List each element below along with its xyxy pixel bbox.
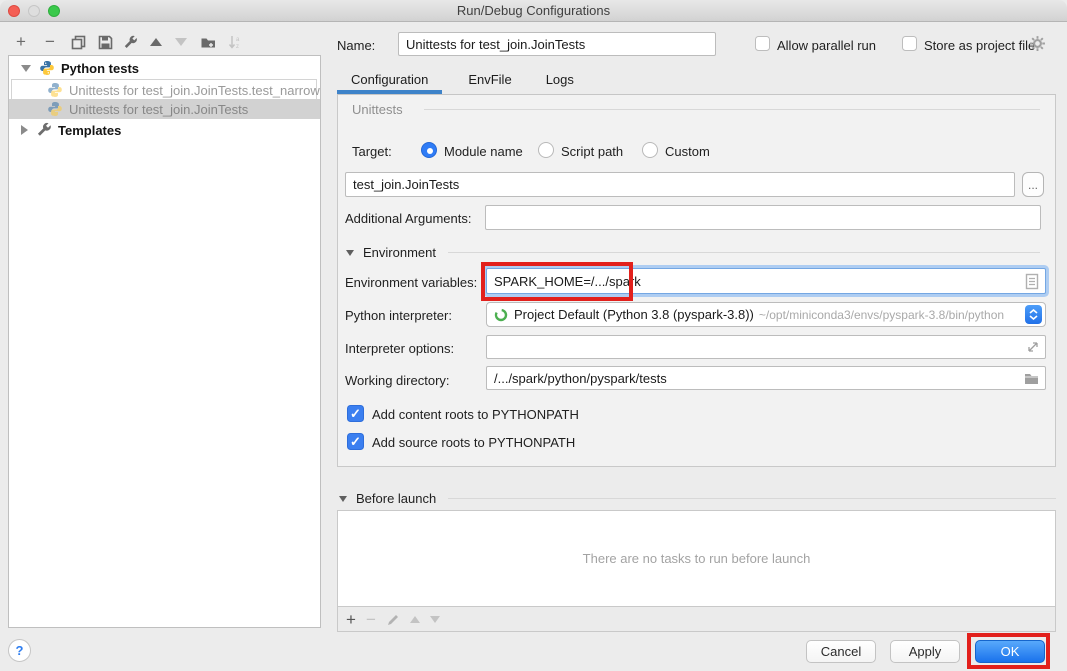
radio-custom-label: Custom [665,144,710,159]
edit-variables-icon[interactable] [1024,269,1040,293]
environment-variables-value: SPARK_HOME=/.../spark [494,274,641,289]
gear-icon[interactable] [1029,35,1046,55]
working-directory-label: Working directory: [345,373,450,388]
divider [424,109,1040,110]
configurations-tree: Python tests Unittests for test_join.Joi… [8,55,321,628]
radio-script-path-label: Script path [561,144,623,159]
python-interpreter-select[interactable]: Project Default (Python 3.8 (pyspark-3.8… [486,302,1046,327]
radio-module-name-label: Module name [444,144,523,159]
tab-bar: Configuration EnvFile Logs [337,66,1056,95]
store-as-project-file-checkbox[interactable] [902,36,917,51]
tree-item-python-tests[interactable]: Python tests [9,58,320,78]
expand-field-icon[interactable] [1027,336,1039,358]
ok-button[interactable]: OK [975,640,1045,663]
check-icon: ✓ [350,406,361,422]
svg-text:a: a [236,37,240,43]
move-up-icon [410,616,420,623]
add-content-roots-checkbox[interactable]: ✓ [347,405,364,422]
python-icon [39,60,55,76]
radio-script-path[interactable] [538,142,554,158]
tree-item-unittest-jointests-selected[interactable]: Unittests for test_join.JoinTests [9,99,320,119]
radio-custom[interactable] [642,142,658,158]
collapse-before-launch-icon[interactable] [339,496,347,502]
interpreter-options-label: Interpreter options: [345,341,454,356]
name-value: Unittests for test_join.JoinTests [406,37,585,52]
tab-logs[interactable]: Logs [532,66,588,94]
save-icon[interactable] [96,33,114,51]
working-directory-value: /.../spark/python/pyspark/tests [494,371,667,386]
before-launch-toolbar: + − [338,607,1055,632]
environment-variables-label: Environment variables: [345,275,477,290]
tab-configuration[interactable]: Configuration [337,66,442,94]
python-icon [47,101,63,117]
target-label: Target: [352,144,392,159]
tree-item-label: Templates [58,123,121,138]
environment-variables-input[interactable]: SPARK_HOME=/.../spark [486,268,1046,294]
copy-icon[interactable] [69,33,87,51]
unittests-group-label: Unittests [352,102,403,117]
allow-parallel-run-checkbox[interactable] [755,36,770,51]
move-down-icon [430,616,440,623]
tree-item-label: Unittests for test_join.JoinTests.test_n… [69,83,320,98]
tree-item-label: Unittests for test_join.JoinTests [69,102,248,117]
browse-button[interactable]: ... [1022,172,1044,197]
interpreter-options-input[interactable] [486,335,1046,359]
target-value: test_join.JoinTests [353,177,459,192]
divider [448,252,1040,253]
tree-item-unittest-narrow[interactable]: Unittests for test_join.JoinTests.test_n… [9,80,320,100]
add-source-roots-checkbox[interactable]: ✓ [347,433,364,450]
folder-icon[interactable] [1024,367,1039,389]
edit-icon [386,613,400,627]
radio-module-name[interactable] [421,142,437,158]
dropdown-stepper-icon[interactable] [1025,305,1042,324]
python-icon [47,82,63,98]
python-interpreter-label: Python interpreter: [345,308,452,323]
wrench-icon [36,122,52,138]
before-launch-task-list[interactable]: There are no tasks to run before launch [338,511,1055,607]
working-directory-input[interactable]: /.../spark/python/pyspark/tests [486,366,1046,390]
additional-arguments-input[interactable] [485,205,1041,230]
python-interpreter-path: ~/opt/miniconda3/envs/pyspark-3.8/bin/py… [759,308,1004,322]
add-source-roots-label: Add source roots to PYTHONPATH [372,435,575,450]
title-bar: Run/Debug Configurations [0,0,1067,22]
edit-templates-icon[interactable] [121,33,139,51]
run-debug-configurations-dialog: Run/Debug Configurations + − az Python t… [0,0,1067,671]
before-launch-panel: There are no tasks to run before launch … [337,510,1056,632]
name-label: Name: [337,38,375,53]
cancel-button[interactable]: Cancel [806,640,876,663]
chevron-right-icon[interactable] [21,125,28,135]
allow-parallel-run-label: Allow parallel run [777,38,876,53]
move-down-icon [172,33,190,51]
target-input[interactable]: test_join.JoinTests [345,172,1015,197]
before-launch-label: Before launch [356,491,436,506]
new-folder-icon[interactable] [199,33,217,51]
remove-icon[interactable]: − [41,33,59,51]
collapse-environment-icon[interactable] [346,250,354,256]
tab-envfile[interactable]: EnvFile [454,66,525,94]
svg-text:z: z [236,44,239,50]
python-interpreter-value: Project Default (Python 3.8 (pyspark-3.8… [514,307,754,322]
help-button[interactable]: ? [8,639,31,662]
add-icon[interactable]: + [346,612,356,628]
chevron-down-icon[interactable] [21,65,31,72]
tree-item-label: Python tests [61,61,139,76]
check-icon: ✓ [350,434,361,450]
add-content-roots-label: Add content roots to PYTHONPATH [372,407,579,422]
apply-button[interactable]: Apply [890,640,960,663]
move-up-icon[interactable] [147,33,165,51]
remove-icon: − [366,612,376,628]
name-input[interactable]: Unittests for test_join.JoinTests [398,32,716,56]
store-as-project-file-label: Store as project file [924,38,1035,53]
add-icon[interactable]: + [12,33,30,51]
sort-alpha-icon: az [226,33,244,51]
additional-arguments-label: Additional Arguments: [345,211,471,226]
conda-env-icon [494,308,508,322]
before-launch-empty-text: There are no tasks to run before launch [583,551,811,566]
environment-group-label: Environment [363,245,436,260]
tree-item-templates[interactable]: Templates [9,120,320,140]
window-title: Run/Debug Configurations [0,3,1067,18]
divider [448,498,1056,499]
